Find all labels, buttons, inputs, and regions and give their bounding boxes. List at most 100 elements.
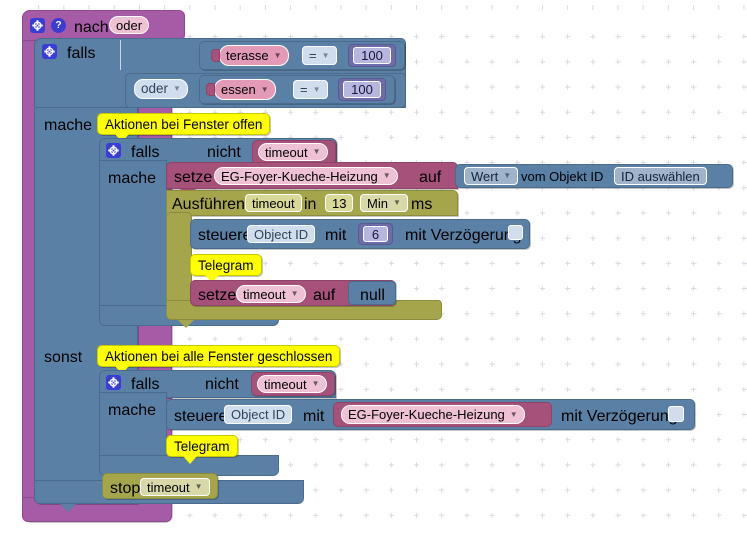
control-closed-objectid-field[interactable]: Object ID — [224, 405, 293, 424]
timeout-unit-text: Min — [367, 195, 388, 211]
if-gear-icon[interactable] — [42, 44, 57, 59]
join-operator-field[interactable]: oder ▼ — [134, 79, 188, 99]
inner-if-closed-condition-field[interactable]: timeout ▼ — [257, 375, 327, 393]
condition-1-variable-text: terasse — [226, 48, 269, 63]
timeout-block-body — [166, 212, 192, 308]
timeout-name-field[interactable]: timeout — [245, 194, 302, 212]
condition-1-variable[interactable]: terasse ▼ — [219, 45, 289, 66]
control-closed-value-field[interactable]: EG-Foyer-Kueche-Heizung ▼ — [341, 405, 525, 424]
set-target-field[interactable]: EG-Foyer-Kueche-Heizung ▼ — [214, 167, 398, 185]
control-open-value-text: 6 — [371, 226, 380, 242]
condition-2-plug — [206, 83, 215, 96]
blockly-workspace[interactable]: ? nach oder falls oder ▼ terasse ▼ = ▼ 1… — [0, 0, 747, 533]
get-value-objectid-text: ID auswählen — [621, 168, 700, 184]
telegram-comment-open[interactable]: Telegram — [190, 254, 262, 276]
chevron-down-icon: ▼ — [312, 84, 321, 94]
control-closed-delay-checkbox[interactable] — [668, 406, 684, 422]
control-closed-keyword: steuere — [174, 408, 228, 425]
control-open-value-field[interactable]: 6 — [363, 226, 388, 242]
comment-open[interactable]: Aktionen bei Fenster offen — [97, 113, 271, 135]
condition-2-variable[interactable]: essen ▼ — [214, 79, 276, 100]
timeout-amount-text: 13 — [332, 195, 347, 211]
telegram-comment-closed[interactable]: Telegram — [166, 435, 238, 457]
comment-closed[interactable]: Aktionen bei alle Fenster geschlossen — [97, 345, 341, 367]
control-open-delay-checkbox[interactable] — [508, 225, 523, 240]
stop-timer-text: timeout — [147, 479, 190, 495]
inner-if-open-foot-notch — [118, 326, 134, 334]
condition-2-operator-text: = — [300, 82, 308, 97]
control-open-with-label: mit — [325, 227, 347, 244]
chevron-down-icon: ▼ — [194, 482, 203, 491]
timeout-block-foot-notch — [178, 320, 194, 328]
timeout-keyword: Ausführen — [172, 196, 245, 213]
inner-if-closed-condition-text: timeout — [264, 376, 307, 392]
if-do-label: mache — [44, 117, 93, 134]
control-open-objectid-text: Object ID — [254, 226, 309, 242]
join-operator-text: oder — [141, 81, 169, 97]
control-closed-delay-label: mit Verzögerung — [561, 408, 678, 425]
chevron-down-icon: ▼ — [312, 147, 321, 156]
get-value-property-field[interactable]: Wert ▼ — [464, 167, 519, 185]
condition-2-variable-text: essen — [221, 82, 256, 97]
if-socket-1[interactable] — [120, 40, 132, 70]
hat-mode-text: oder — [116, 17, 143, 33]
inner-if-open-condition-field[interactable]: timeout ▼ — [258, 143, 328, 161]
inner-if-open-keyword: falls — [131, 144, 160, 161]
chevron-down-icon: ▼ — [509, 409, 518, 419]
chevron-down-icon: ▼ — [173, 84, 181, 93]
chevron-down-icon: ▼ — [392, 198, 401, 207]
inner-if-closed-keyword: falls — [131, 376, 160, 393]
inner-if-open-do-label: mache — [108, 170, 157, 187]
question-icon[interactable]: ? — [51, 18, 66, 33]
chevron-down-icon: ▼ — [273, 50, 282, 60]
if-block-foot-notch — [60, 504, 76, 512]
chevron-down-icon: ▼ — [503, 171, 512, 180]
inner-if-open-not-label: nicht — [207, 144, 241, 161]
chevron-down-icon: ▼ — [260, 84, 269, 94]
if-else-label: sonst — [44, 349, 83, 366]
control-open-delay-label: mit Verzögerung — [405, 227, 522, 244]
condition-2-value-text: 100 — [351, 82, 373, 97]
condition-2-operator[interactable]: = ▼ — [293, 80, 328, 99]
hat-label: nach — [74, 19, 109, 36]
get-value-objectid-field[interactable]: ID auswählen — [614, 167, 707, 185]
get-value-property-text: Wert — [471, 168, 499, 184]
condition-1-operator-text: = — [309, 48, 317, 63]
stop-timer-field[interactable]: timeout ▼ — [140, 478, 210, 496]
timeout-in-label: in — [304, 196, 317, 213]
control-closed-with-label: mit — [303, 408, 325, 425]
comment-closed-text: Aktionen bei alle Fenster geschlossen — [105, 349, 333, 364]
set-keyword: setze — [174, 169, 213, 186]
control-closed-value-text: EG-Foyer-Kueche-Heizung — [348, 407, 505, 422]
timeout-amount-field[interactable]: 13 — [325, 194, 354, 212]
gear-icon[interactable] — [30, 18, 45, 33]
condition-1-plug — [211, 49, 220, 62]
condition-2-value[interactable]: 100 — [343, 81, 381, 98]
telegram-comment-closed-text: Telegram — [174, 439, 230, 454]
chevron-down-icon: ▼ — [321, 50, 330, 60]
chevron-down-icon: ▼ — [311, 379, 320, 388]
telegram-comment-closed-tail — [183, 456, 197, 464]
set-target-text: EG-Foyer-Kueche-Heizung — [221, 168, 378, 184]
stop-keyword: stop — [110, 480, 141, 497]
inner-if-open-gear-icon[interactable] — [106, 143, 121, 158]
set-timeout-to-label: auf — [313, 287, 336, 304]
chevron-down-icon: ▼ — [290, 289, 299, 298]
set-timeout-variable-field[interactable]: timeout ▼ — [236, 285, 306, 303]
inner-if-open-condition-text: timeout — [265, 144, 308, 160]
condition-1-value[interactable]: 100 — [353, 47, 391, 64]
set-timeout-null-value-text: null — [360, 287, 385, 304]
control-open-keyword: steuere — [198, 227, 252, 244]
hat-mode-field[interactable]: oder — [109, 16, 150, 34]
inner-if-closed-gear-icon[interactable] — [106, 375, 121, 390]
set-timeout-keyword: setze — [198, 287, 237, 304]
control-closed-objectid-text: Object ID — [231, 407, 286, 422]
set-timeout-variable-text: timeout — [243, 286, 286, 302]
timeout-name-text: timeout — [252, 195, 295, 211]
chevron-down-icon: ▼ — [382, 171, 391, 180]
comment-open-text: Aktionen bei Fenster offen — [105, 117, 263, 132]
condition-1-operator[interactable]: = ▼ — [302, 46, 337, 65]
control-open-objectid-field[interactable]: Object ID — [247, 225, 316, 243]
timeout-unit-field[interactable]: Min ▼ — [360, 194, 408, 212]
condition-1-value-text: 100 — [361, 48, 383, 63]
